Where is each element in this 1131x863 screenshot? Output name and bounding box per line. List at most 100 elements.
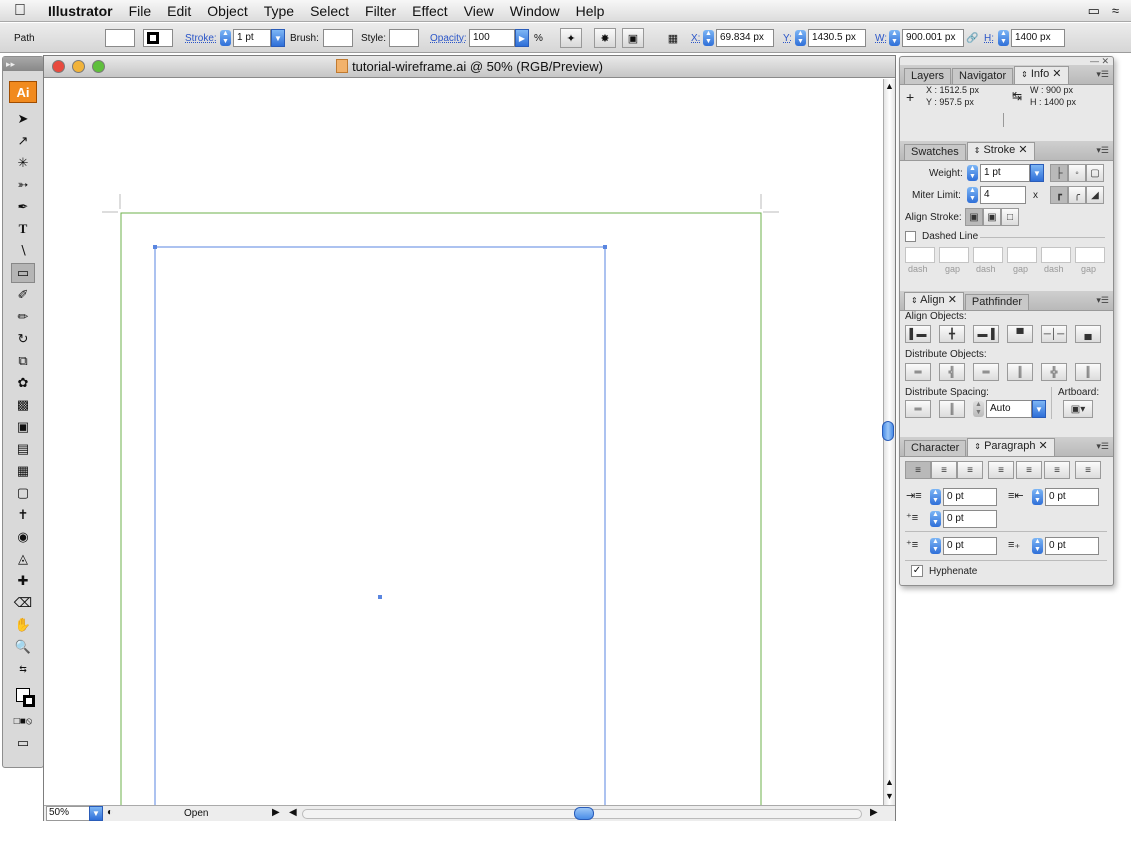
- align-text-center-icon[interactable]: ≡: [931, 461, 957, 479]
- version-cue-icon[interactable]: ◐: [107, 807, 113, 818]
- magic-wand-tool-icon[interactable]: ✳: [11, 153, 35, 173]
- type-tool-icon[interactable]: T: [11, 219, 35, 239]
- center-point[interactable]: [378, 595, 382, 599]
- menu-type[interactable]: Type: [256, 0, 302, 22]
- menu-object[interactable]: Object: [199, 0, 255, 22]
- tab-close-icon[interactable]: ✕: [1018, 144, 1027, 156]
- pencil-tool-icon[interactable]: ✏: [11, 307, 35, 327]
- menu-view[interactable]: View: [456, 0, 502, 22]
- panel-menu-icon[interactable]: ▾☰: [1096, 441, 1109, 452]
- align-stroke-center-icon[interactable]: ▣: [965, 208, 983, 226]
- lasso-tool-icon[interactable]: ➳: [11, 175, 35, 195]
- tab-navigator[interactable]: Navigator: [952, 68, 1014, 84]
- tab-close-icon[interactable]: ✕: [1052, 68, 1061, 80]
- spacing-dropdown[interactable]: ▼: [1032, 400, 1046, 418]
- justify-right-icon[interactable]: ≡: [1044, 461, 1070, 479]
- free-transform-tool-icon[interactable]: ▩: [11, 395, 35, 415]
- right-indent-stepper[interactable]: ▲ ▼: [1032, 489, 1043, 505]
- round-join-icon[interactable]: ╭: [1068, 186, 1086, 204]
- direct-selection-tool-icon[interactable]: ↗: [11, 131, 35, 151]
- distribute-vcenter-icon[interactable]: ╣: [939, 363, 965, 381]
- scroll-left-icon[interactable]: ◀: [289, 807, 297, 818]
- scroll-up-icon[interactable]: ▲: [885, 777, 894, 787]
- space-before-field[interactable]: 0 pt: [943, 537, 997, 555]
- round-cap-icon[interactable]: ◦: [1068, 164, 1086, 182]
- transform-reference-icon[interactable]: ▦: [662, 28, 684, 48]
- align-text-right-icon[interactable]: ≡: [957, 461, 983, 479]
- dash-field-3[interactable]: [1041, 247, 1071, 263]
- minimize-icon[interactable]: [72, 60, 85, 73]
- dashed-line-checkbox[interactable]: [905, 231, 916, 242]
- y-stepper[interactable]: ▲ ▼: [795, 30, 806, 46]
- recolor-icon[interactable]: ✸: [594, 28, 616, 48]
- align-vcenter-icon[interactable]: ─│─: [1041, 325, 1067, 343]
- align-hcenter-icon[interactable]: ╋: [939, 325, 965, 343]
- stroke-link[interactable]: Stroke:: [185, 33, 217, 44]
- weight-stepper[interactable]: ▲ ▼: [967, 165, 978, 181]
- h-link[interactable]: H:: [984, 33, 994, 44]
- menu-file[interactable]: File: [121, 0, 160, 22]
- scroll-thumb[interactable]: [882, 421, 894, 441]
- swap-colors-icon[interactable]: ⇆: [11, 659, 35, 679]
- left-indent-stepper[interactable]: ▲ ▼: [930, 489, 941, 505]
- symbol-sprayer-tool-icon[interactable]: ▣: [11, 417, 35, 437]
- hyphenate-checkbox[interactable]: ✓: [911, 565, 923, 577]
- bevel-join-icon[interactable]: ◢: [1086, 186, 1104, 204]
- distribute-bottom-icon[interactable]: ═: [973, 363, 999, 381]
- canvas[interactable]: [44, 79, 883, 805]
- hand-tool-icon[interactable]: ✋: [11, 615, 35, 635]
- menu-edit[interactable]: Edit: [159, 0, 199, 22]
- justify-left-icon[interactable]: ≡: [988, 461, 1014, 479]
- align-stroke-inside-icon[interactable]: ▣: [983, 208, 1001, 226]
- selected-rectangle[interactable]: [154, 246, 606, 805]
- horizontal-scroll-thumb[interactable]: [574, 807, 594, 820]
- selection-tool-icon[interactable]: ➤: [11, 109, 35, 129]
- tab-align[interactable]: ⇕ Align ✕: [904, 292, 964, 310]
- tab-character[interactable]: Character: [904, 440, 967, 456]
- x-link[interactable]: X:: [691, 33, 700, 44]
- distribute-hcenter-icon[interactable]: ╬: [1041, 363, 1067, 381]
- tab-info[interactable]: ⇕ Info ✕: [1014, 66, 1069, 84]
- live-paint-selection-tool-icon[interactable]: ◬: [11, 549, 35, 569]
- stroke-swatch[interactable]: [143, 29, 173, 47]
- live-paint-tool-icon[interactable]: ◉: [11, 527, 35, 547]
- opacity-link[interactable]: Opacity:: [430, 33, 467, 44]
- gap-field-2[interactable]: [1007, 247, 1037, 263]
- spacing-field[interactable]: Auto: [986, 400, 1032, 418]
- scroll-down-icon[interactable]: ▼: [885, 791, 894, 801]
- x-field[interactable]: 69.834 px: [716, 29, 774, 47]
- pen-tool-icon[interactable]: ✒: [11, 197, 35, 217]
- screen-mode-icon[interactable]: ▭: [11, 733, 35, 753]
- menu-effect[interactable]: Effect: [404, 0, 456, 22]
- graph-tool-icon[interactable]: ▤: [11, 439, 35, 459]
- scroll-up-icon[interactable]: ▲: [885, 81, 894, 91]
- zoom-field[interactable]: 50%: [46, 806, 90, 821]
- distribute-vspace-icon[interactable]: ═: [905, 400, 931, 418]
- space-before-stepper[interactable]: ▲ ▼: [930, 538, 941, 554]
- opacity-arrow[interactable]: ▶: [515, 29, 529, 47]
- align-bottom-icon[interactable]: ▄: [1075, 325, 1101, 343]
- dash-field-2[interactable]: [973, 247, 1003, 263]
- menu-select[interactable]: Select: [302, 0, 357, 22]
- vertical-scrollbar[interactable]: ▲ ▲ ▼: [882, 79, 895, 805]
- stroke-weight-field[interactable]: 1 pt: [233, 29, 271, 47]
- anchor-point[interactable]: [603, 245, 607, 249]
- brush-select[interactable]: [323, 29, 353, 47]
- slice-tool-icon[interactable]: ✚: [11, 571, 35, 591]
- scroll-right-icon[interactable]: ▶: [870, 807, 878, 818]
- mesh-tool-icon[interactable]: ▦: [11, 461, 35, 481]
- menu-filter[interactable]: Filter: [357, 0, 404, 22]
- panel-menu-icon[interactable]: ▾☰: [1096, 145, 1109, 156]
- menu-help[interactable]: Help: [568, 0, 613, 22]
- anchor-point[interactable]: [153, 245, 157, 249]
- constrain-link-icon[interactable]: 🔗: [966, 33, 978, 44]
- weight-dropdown[interactable]: ▼: [1030, 164, 1044, 182]
- eraser-tool-icon[interactable]: ⌫: [11, 593, 35, 613]
- y-field[interactable]: 1430.5 px: [808, 29, 866, 47]
- h-stepper[interactable]: ▲ ▼: [998, 30, 1009, 46]
- opacity-field[interactable]: 100: [469, 29, 515, 47]
- w-link[interactable]: W:: [875, 33, 887, 44]
- line-tool-icon[interactable]: ∖: [11, 241, 35, 261]
- y-link[interactable]: Y:: [783, 33, 792, 44]
- dash-field-1[interactable]: [905, 247, 935, 263]
